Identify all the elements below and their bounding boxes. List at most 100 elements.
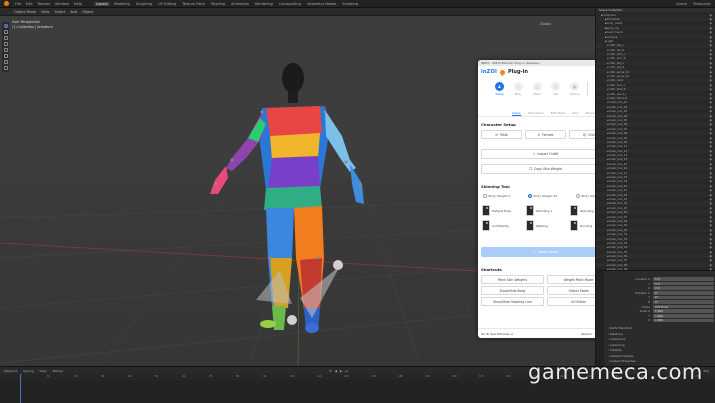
visibility-eye-icon[interactable]: ◉ bbox=[710, 87, 712, 91]
step-body[interactable]: ○ Body bbox=[509, 82, 528, 96]
menu-file[interactable]: File bbox=[15, 2, 21, 6]
visibility-eye-icon[interactable]: ◉ bbox=[710, 65, 712, 69]
visibility-eye-icon[interactable]: ◉ bbox=[710, 149, 712, 153]
property-value[interactable]: 0 m bbox=[653, 286, 714, 290]
menu-window[interactable]: Window bbox=[55, 2, 69, 6]
export-asset-button[interactable]: ⇩ Export Asset bbox=[481, 247, 610, 257]
visibility-eye-icon[interactable]: ◉ bbox=[710, 250, 712, 254]
workspace-tab-modeling[interactable]: Modeling bbox=[112, 2, 132, 6]
shortcut-show-hide-body[interactable]: Show/Hide Body bbox=[481, 286, 544, 295]
visibility-eye-icon[interactable]: ◉ bbox=[710, 210, 712, 214]
outliner-panel[interactable]: Scene Collection ▸ Collection ◉ ▸ Armature… bbox=[595, 8, 715, 270]
playhead[interactable] bbox=[20, 374, 21, 403]
menu-help[interactable]: Help bbox=[74, 2, 82, 6]
property-panel-delta-transform[interactable]: › Delta Transform bbox=[608, 326, 632, 330]
workspace-tab-layout[interactable]: Layout bbox=[93, 1, 110, 6]
visibility-eye-icon[interactable]: ◉ bbox=[710, 136, 712, 140]
visibility-eye-icon[interactable]: ◉ bbox=[710, 13, 712, 17]
visibility-eye-icon[interactable]: ◉ bbox=[710, 228, 712, 232]
radio-body-weight-1[interactable]: Body Weight 50 bbox=[528, 194, 557, 198]
jump-start-icon[interactable]: ⏮ bbox=[329, 369, 332, 373]
visibility-eye-icon[interactable]: ◉ bbox=[710, 52, 712, 56]
visibility-eye-icon[interactable]: ◉ bbox=[710, 118, 712, 122]
visibility-eye-icon[interactable]: ◉ bbox=[710, 131, 712, 135]
female-button[interactable]: ♀ Female bbox=[525, 130, 566, 139]
shortcut-paint-skin-weights[interactable]: Paint Skin Weights bbox=[481, 275, 544, 284]
pose-standing-1[interactable]: Standing 1 bbox=[526, 205, 566, 216]
pose-default-pose[interactable]: Default Pose bbox=[482, 205, 522, 216]
visibility-eye-icon[interactable]: ◉ bbox=[710, 105, 712, 109]
visibility-eye-icon[interactable]: ◉ bbox=[710, 175, 712, 179]
timeline-menu-view[interactable]: View bbox=[39, 369, 46, 373]
workspace-tab-animation[interactable]: Animation bbox=[229, 2, 251, 6]
subtab-edit-mesh[interactable]: Edit Mesh bbox=[551, 111, 566, 115]
visibility-eye-icon[interactable]: ◉ bbox=[710, 21, 712, 25]
blender-logo-icon[interactable] bbox=[4, 1, 9, 6]
workspace-tab-scripting[interactable]: Scripting bbox=[340, 2, 360, 6]
step-mesh[interactable]: △ Mesh bbox=[528, 82, 547, 96]
male-button[interactable]: ♂ Male bbox=[481, 130, 522, 139]
property-panel-relations[interactable]: › Relations bbox=[608, 332, 623, 336]
visibility-eye-icon[interactable]: ◉ bbox=[710, 263, 712, 267]
step-texture[interactable]: ▦ Texture bbox=[565, 82, 584, 96]
visibility-eye-icon[interactable]: ◉ bbox=[710, 83, 712, 87]
visibility-eye-icon[interactable]: ◉ bbox=[710, 188, 712, 192]
visibility-eye-icon[interactable]: ◉ bbox=[710, 157, 712, 161]
visibility-eye-icon[interactable]: ◉ bbox=[710, 114, 712, 118]
play-icon[interactable]: ▶ bbox=[340, 369, 342, 373]
viewport-menu-object[interactable]: Object bbox=[82, 10, 93, 14]
visibility-eye-icon[interactable]: ◉ bbox=[710, 74, 712, 78]
subtab-setup[interactable]: Setup bbox=[512, 111, 521, 116]
step-setup[interactable]: ♟ Setup bbox=[490, 82, 509, 96]
visibility-eye-icon[interactable]: ◉ bbox=[710, 232, 712, 236]
copy-skin-weight-button[interactable]: ❐ Copy Skin Weight bbox=[481, 164, 610, 174]
visibility-eye-icon[interactable]: ◉ bbox=[710, 184, 712, 188]
property-panel-visibility[interactable]: › Visibility bbox=[608, 348, 622, 352]
visibility-eye-icon[interactable]: ◉ bbox=[710, 193, 712, 197]
workspace-tab-shading[interactable]: Shading bbox=[209, 2, 227, 6]
timeline-menu-keying[interactable]: Keying bbox=[23, 369, 33, 373]
measure-icon[interactable] bbox=[3, 66, 8, 70]
property-value[interactable]: 0° bbox=[653, 295, 714, 299]
visibility-eye-icon[interactable]: ◉ bbox=[710, 35, 712, 39]
property-panel-collections[interactable]: › Collections bbox=[608, 337, 625, 341]
workspace-tab-compositing[interactable]: Compositing bbox=[277, 2, 303, 6]
visibility-eye-icon[interactable]: ◉ bbox=[710, 109, 712, 113]
property-value[interactable]: 0° bbox=[653, 291, 714, 295]
visibility-eye-icon[interactable]: ◉ bbox=[710, 223, 712, 227]
visibility-eye-icon[interactable]: ◉ bbox=[710, 78, 712, 82]
transform-icon[interactable] bbox=[3, 54, 8, 58]
visibility-eye-icon[interactable]: ◉ bbox=[710, 96, 712, 100]
radio-body-weight-0[interactable]: Body Weight 0 bbox=[483, 194, 510, 198]
visibility-eye-icon[interactable]: ◉ bbox=[710, 201, 712, 205]
visibility-eye-icon[interactable]: ◉ bbox=[710, 197, 712, 201]
scene-selector[interactable]: Scene bbox=[676, 2, 687, 6]
visibility-eye-icon[interactable]: ◉ bbox=[710, 127, 712, 131]
visibility-eye-icon[interactable]: ◉ bbox=[710, 100, 712, 104]
property-value[interactable]: 1.000 bbox=[653, 309, 714, 313]
viewport-menu-object-mode[interactable]: Object Mode bbox=[14, 10, 36, 14]
annotate-icon[interactable] bbox=[3, 60, 8, 64]
visibility-eye-icon[interactable]: ◉ bbox=[710, 219, 712, 223]
menu-render[interactable]: Render bbox=[38, 2, 50, 6]
timeline-menu-playback[interactable]: Playback bbox=[4, 369, 17, 373]
visibility-eye-icon[interactable]: ◉ bbox=[710, 17, 712, 21]
cursor-icon[interactable] bbox=[3, 30, 8, 34]
visibility-eye-icon[interactable]: ◉ bbox=[710, 179, 712, 183]
scale-icon[interactable] bbox=[3, 48, 8, 52]
pose-walking[interactable]: Walking bbox=[526, 220, 566, 231]
property-value[interactable]: 1.000 bbox=[653, 318, 714, 322]
viewport-menu-view[interactable]: View bbox=[41, 10, 49, 14]
import-outfit-button[interactable]: ⇪ Import Outfit bbox=[481, 149, 610, 159]
visibility-eye-icon[interactable]: ◉ bbox=[710, 26, 712, 30]
viewport-menu-add[interactable]: Add bbox=[70, 10, 77, 14]
menu-edit[interactable]: Edit bbox=[26, 2, 33, 6]
visibility-eye-icon[interactable]: ◉ bbox=[710, 30, 712, 34]
property-value[interactable]: 0 m bbox=[653, 282, 714, 286]
property-value[interactable]: 0° bbox=[653, 300, 714, 304]
workspace-tab-geometry-nodes[interactable]: Geometry Nodes bbox=[305, 2, 339, 6]
shortcut-show-hide-masking-line[interactable]: Show/Hide Masking Line bbox=[481, 297, 544, 306]
timeline-menu-marker[interactable]: Marker bbox=[53, 369, 63, 373]
end-frame[interactable]: 250 bbox=[703, 369, 709, 373]
property-value[interactable]: 1.000 bbox=[653, 314, 714, 318]
